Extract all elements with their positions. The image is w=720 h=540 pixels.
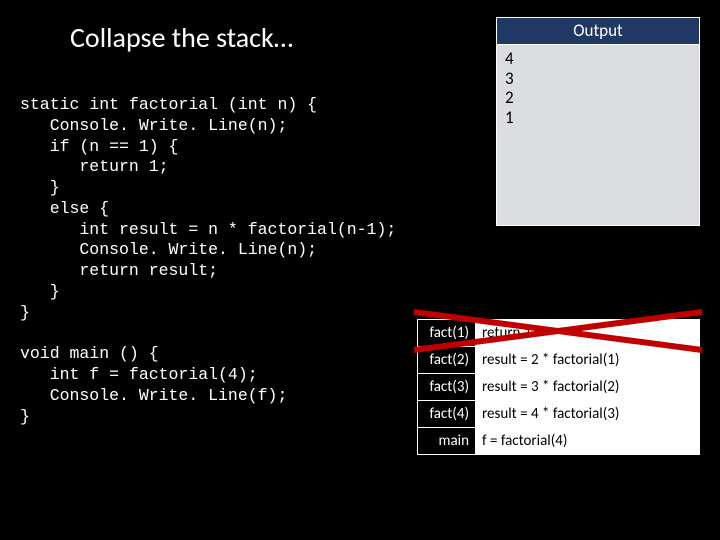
stack-row: fact(4) result = 4 * factorial(3) [417, 400, 700, 428]
stack-frame-label: fact(2) [418, 347, 476, 373]
code-block: static int factorial (int n) { Console. … [20, 95, 396, 428]
stack-frame-expr: return 1 [476, 320, 699, 346]
output-line: 4 [505, 49, 691, 69]
output-line: 1 [505, 108, 691, 128]
stack-frame-expr: f = factorial(4) [476, 428, 699, 454]
stack-row: fact(3) result = 3 * factorial(2) [417, 373, 700, 401]
stack-frame-expr: result = 4 * factorial(3) [476, 401, 699, 427]
stack-frame-expr: result = 3 * factorial(2) [476, 374, 699, 400]
output-panel: Output 4 3 2 1 [496, 17, 700, 226]
stack-frame-label: main [418, 428, 476, 454]
slide-title: Collapse the stack… [70, 20, 293, 55]
output-line: 3 [505, 69, 691, 89]
stack-frame-label: fact(4) [418, 401, 476, 427]
stack-row: fact(1) return 1 [417, 319, 700, 347]
output-header: Output [497, 18, 699, 45]
stack-frame-expr: result = 2 * factorial(1) [476, 347, 699, 373]
stack-row: fact(2) result = 2 * factorial(1) [417, 346, 700, 374]
stack-row: main f = factorial(4) [417, 427, 700, 455]
stack-frame-label: fact(3) [418, 374, 476, 400]
output-line: 2 [505, 88, 691, 108]
call-stack: fact(1) return 1 fact(2) result = 2 * fa… [417, 319, 700, 454]
output-body: 4 3 2 1 [497, 45, 699, 131]
stack-frame-label: fact(1) [418, 320, 476, 346]
